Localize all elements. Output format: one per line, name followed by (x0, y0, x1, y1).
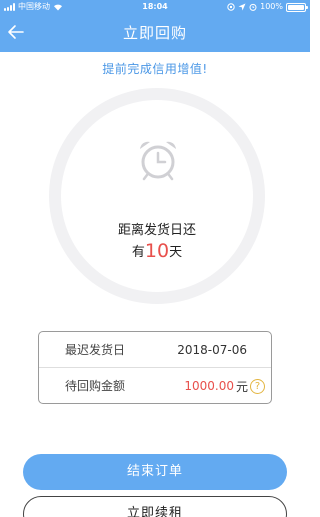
subtitle: 提前完成信用增值! (102, 62, 208, 76)
header: 中国移动 18:04 100% 立即回购 (0, 0, 310, 52)
status-bar: 中国移动 18:04 100% (0, 0, 310, 14)
renew-button[interactable]: 立即续租 (23, 496, 287, 517)
battery-icon (286, 2, 308, 12)
info-row-ship-date: 最迟发货日 2018-07-06 (39, 332, 271, 368)
nav-bar: 立即回购 (0, 14, 310, 52)
battery-percent: 100% (260, 2, 283, 11)
countdown-suffix: 天 (169, 245, 183, 260)
buyback-amount-label: 待回购金额 (65, 379, 126, 393)
countdown-prefix: 有 (131, 245, 145, 260)
page-title: 立即回购 (122, 24, 187, 42)
screen-lock-icon (227, 3, 235, 11)
end-order-button[interactable]: 结束订单 (23, 454, 287, 490)
ship-date-label: 最迟发货日 (65, 343, 126, 357)
buyback-amount: 1000.00 元 ? (184, 368, 265, 404)
info-row-buyback-amount: 待回购金额 1000.00 元 ? (39, 368, 271, 404)
question-mark-icon[interactable]: ? (250, 378, 265, 394)
buyback-amount-unit: 元 (235, 379, 248, 394)
location-icon (238, 3, 246, 11)
status-right: 100% (227, 0, 308, 14)
screen: 中国移动 18:04 100% 立即回购 提前完成信用增值! 距离发货日还 有1… (0, 0, 310, 517)
countdown-label: 距离发货日还 (117, 223, 196, 238)
countdown-circle: 距离发货日还 有10天 (61, 100, 253, 292)
countdown-ring: 距离发货日还 有10天 (49, 88, 265, 304)
buyback-amount-value: 1000.00 (184, 379, 234, 393)
alarm-clock-icon (140, 141, 176, 181)
alarm-icon (249, 3, 257, 11)
ship-date-value: 2018-07-06 (177, 343, 247, 357)
countdown-days: 有10天 (61, 240, 253, 262)
info-card: 最迟发货日 2018-07-06 待回购金额 1000.00 元 ? (38, 331, 272, 404)
countdown-days-number: 10 (144, 240, 170, 262)
